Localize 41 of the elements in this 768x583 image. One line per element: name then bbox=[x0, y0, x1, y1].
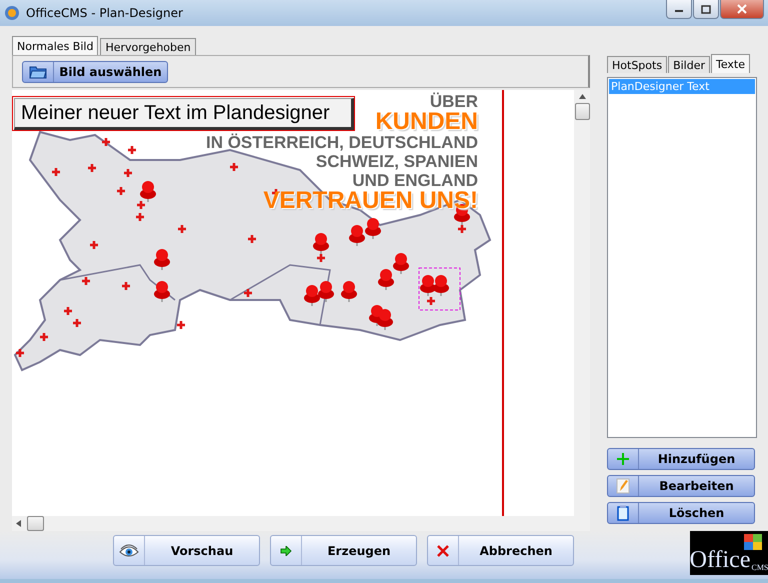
window-title: OfficeCMS - Plan-Designer bbox=[26, 6, 184, 20]
headline-text: UND ENGLAND bbox=[352, 171, 478, 190]
action-button[interactable]: Hinzufügen bbox=[607, 448, 755, 470]
vertical-scrollbar[interactable] bbox=[574, 90, 590, 516]
footer-button[interactable]: Erzeugen bbox=[270, 535, 417, 566]
scroll-left-icon[interactable] bbox=[16, 520, 21, 527]
footer-button[interactable]: Vorschau bbox=[113, 535, 260, 566]
arrow-icon bbox=[280, 546, 292, 556]
minimize-button[interactable] bbox=[666, 0, 692, 19]
panel-tab[interactable]: Texte bbox=[711, 54, 750, 73]
footer-button[interactable]: Abbrechen bbox=[427, 535, 574, 566]
action-button[interactable]: Löschen bbox=[607, 502, 755, 524]
image-tab[interactable]: Normales Bild bbox=[12, 36, 98, 55]
maximize-icon bbox=[701, 4, 711, 14]
select-image-button[interactable]: Bild auswählen bbox=[22, 60, 168, 82]
app-logo-icon bbox=[4, 5, 20, 21]
headline-text: SCHWEIZ, SPANIEN bbox=[316, 152, 478, 171]
close-icon bbox=[437, 544, 449, 556]
close-button[interactable] bbox=[720, 0, 764, 19]
folder-icon bbox=[29, 64, 47, 78]
scroll-up-icon[interactable] bbox=[578, 94, 586, 99]
horizontal-scrollbar[interactable] bbox=[12, 516, 590, 531]
panel-tab[interactable]: HotSpots bbox=[607, 56, 668, 73]
maximize-button[interactable] bbox=[693, 0, 719, 19]
panel-tab[interactable]: Bilder bbox=[668, 56, 710, 73]
headline-text: KUNDEN bbox=[375, 111, 478, 133]
close-icon bbox=[737, 4, 747, 14]
text-element[interactable]: Meiner neuer Text im Plandesigner bbox=[14, 98, 354, 130]
scroll-thumb[interactable] bbox=[574, 103, 590, 120]
headline-text: VERTRAUEN UNS! bbox=[263, 190, 478, 212]
logo: OfficeCMS bbox=[690, 531, 768, 575]
pencil-icon bbox=[616, 478, 630, 494]
headline-text: IN ÖSTERREICH, DEUTSCHLAND bbox=[206, 133, 478, 152]
headline-text: ÜBER bbox=[430, 92, 478, 111]
scroll-thumb[interactable] bbox=[27, 516, 44, 531]
puzzle-icon bbox=[744, 534, 762, 550]
action-button[interactable]: Bearbeiten bbox=[607, 475, 755, 497]
plus-icon bbox=[616, 452, 630, 466]
trash-can-icon bbox=[617, 505, 629, 521]
image-tab[interactable]: Hervorgehoben bbox=[100, 38, 196, 55]
eye-icon bbox=[119, 544, 139, 558]
